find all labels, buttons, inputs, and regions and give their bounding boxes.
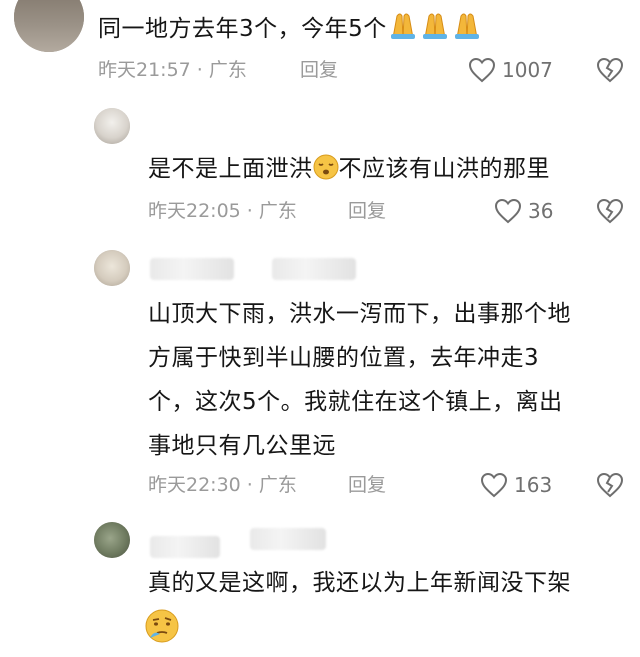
comment-line: 个，这次5个。我就住在这个镇上，离出 bbox=[148, 389, 563, 415]
thinking-emoji-icon bbox=[145, 609, 179, 643]
comment-time: 昨天21:57 bbox=[98, 59, 191, 81]
username-blurred bbox=[150, 258, 234, 280]
comment-location: 广东 bbox=[258, 200, 297, 222]
like-count: 1007 bbox=[502, 58, 553, 82]
comment-text: 真的又是这啊，我还以为上年新闻没下架 bbox=[148, 570, 571, 596]
heart-icon bbox=[480, 472, 508, 498]
username-blurred bbox=[250, 528, 326, 550]
reply-button[interactable]: 回复 bbox=[348, 196, 386, 226]
comment-line: 事地只有几公里远 bbox=[148, 433, 336, 459]
separator: · bbox=[196, 59, 203, 81]
like-count: 36 bbox=[528, 199, 554, 223]
comment-text: 同一地方去年3个，今年5个 bbox=[98, 10, 483, 52]
comment-1: 同一地方去年3个，今年5个 昨天21:57 · 广东 回复 1007 bbox=[0, 0, 640, 100]
comment-text: 山顶大下雨，洪水一泻而下，出事那个地 方属于快到半山腰的位置，去年冲走3 个，这… bbox=[148, 292, 628, 468]
comment-meta: 昨天22:05 · 广东 bbox=[148, 196, 297, 226]
comment-meta: 昨天22:30 · 广东 bbox=[148, 470, 297, 500]
like-button[interactable]: 1007 bbox=[468, 55, 553, 85]
pray-emoji-icon bbox=[387, 10, 483, 52]
dislike-heart-icon[interactable] bbox=[596, 198, 624, 224]
comment-3: 山顶大下雨，洪水一泻而下，出事那个地 方属于快到半山腰的位置，去年冲走3 个，这… bbox=[0, 240, 640, 510]
separator: · bbox=[246, 474, 253, 496]
comment-line: 方属于快到半山腰的位置，去年冲走3 bbox=[148, 345, 540, 371]
heart-icon bbox=[494, 198, 522, 224]
avatar[interactable] bbox=[94, 108, 130, 144]
comment-time: 昨天22:05 bbox=[148, 200, 241, 222]
comment-4: 真的又是这啊，我还以为上年新闻没下架 bbox=[0, 512, 640, 657]
comment-line: 山顶大下雨，洪水一泻而下，出事那个地 bbox=[148, 301, 571, 327]
heart-icon bbox=[468, 57, 496, 83]
dislike-heart-icon[interactable] bbox=[596, 57, 624, 83]
dislike-heart-icon[interactable] bbox=[596, 472, 624, 498]
comment-time: 昨天22:30 bbox=[148, 474, 241, 496]
comment-location: 广东 bbox=[208, 59, 247, 81]
separator: · bbox=[246, 200, 253, 222]
comment-2: 是不是上面泄洪 不应该有山洪的那里 昨天22:05 · 广东 回复 36 bbox=[0, 100, 640, 240]
like-count: 163 bbox=[514, 473, 553, 497]
avatar[interactable] bbox=[94, 522, 130, 558]
reply-button[interactable]: 回复 bbox=[348, 470, 386, 500]
avatar[interactable] bbox=[14, 0, 84, 52]
like-button[interactable]: 163 bbox=[480, 470, 552, 500]
sleepy-emoji-icon bbox=[313, 154, 339, 192]
reply-button[interactable]: 回复 bbox=[300, 55, 338, 85]
username-blurred bbox=[150, 536, 220, 558]
comment-meta: 昨天21:57 · 广东 bbox=[98, 55, 247, 85]
like-button[interactable]: 36 bbox=[494, 196, 553, 226]
comment-location: 广东 bbox=[258, 474, 297, 496]
avatar[interactable] bbox=[94, 250, 130, 286]
comment-text: 是不是上面泄洪 不应该有山洪的那里 bbox=[148, 150, 550, 192]
username-blurred bbox=[272, 258, 356, 280]
